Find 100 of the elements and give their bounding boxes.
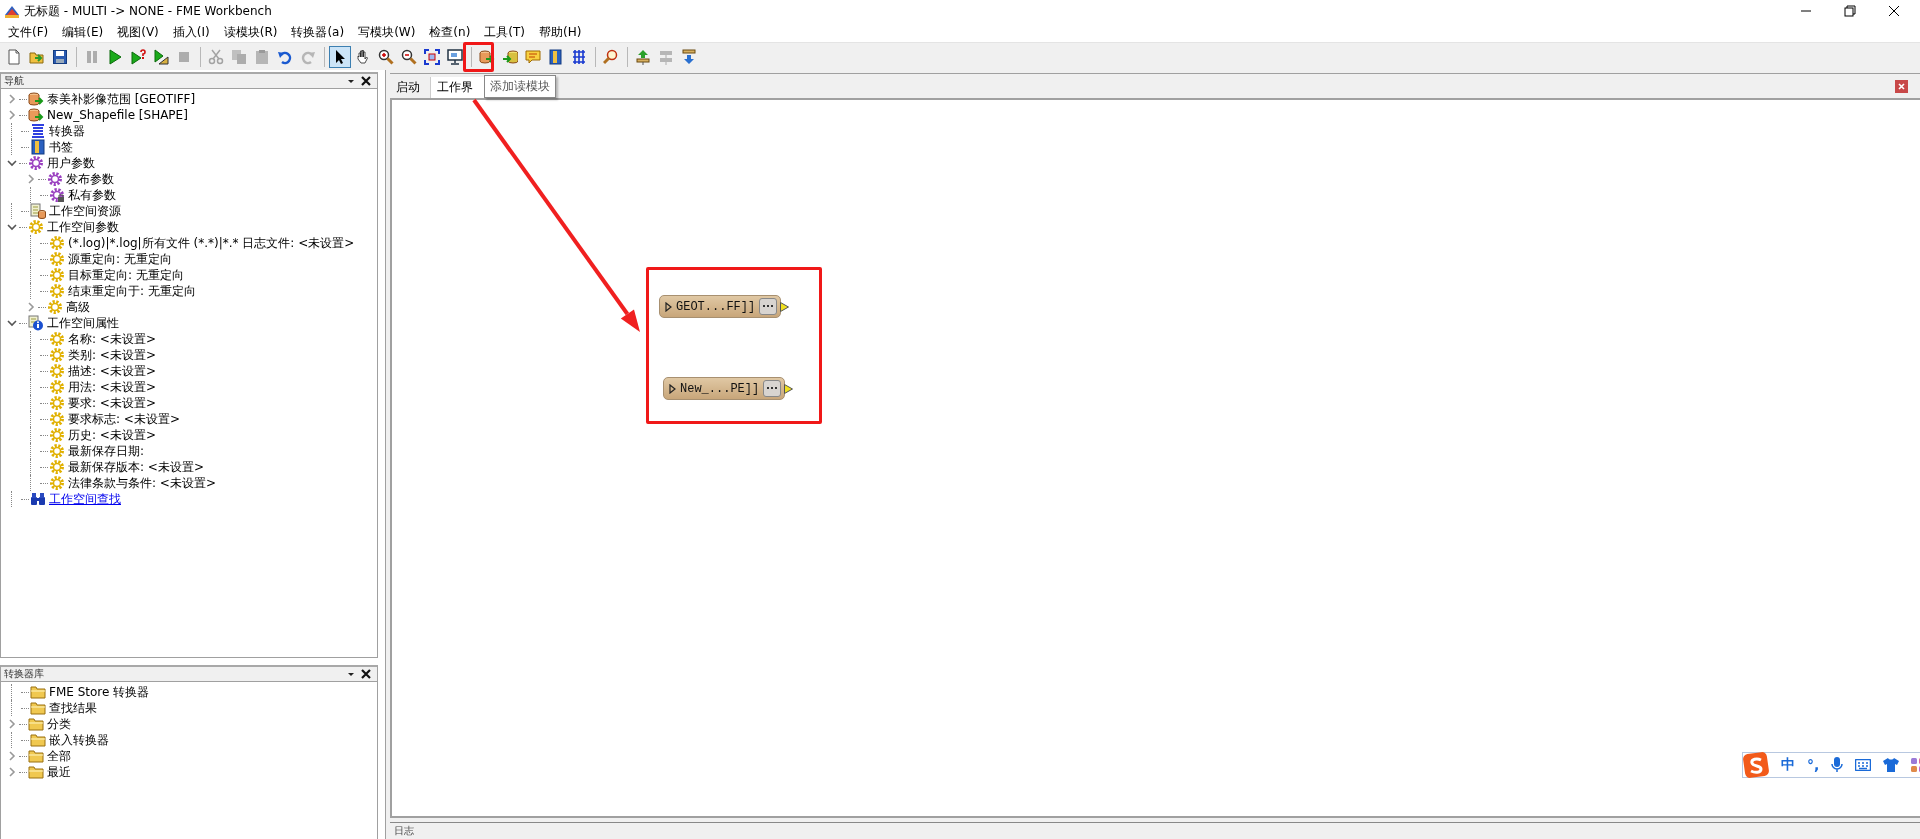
ellipsis-icon <box>763 305 774 308</box>
output-port-icon[interactable] <box>784 383 794 394</box>
close-icon[interactable] <box>1888 5 1900 17</box>
panel-title: 日志 <box>394 824 414 838</box>
document-database-icon <box>30 203 46 219</box>
tree-item[interactable]: 书签 <box>49 138 73 156</box>
more-button[interactable] <box>759 298 778 315</box>
menu-item[interactable]: 帮助(H) <box>532 22 589 42</box>
gear-icon <box>49 363 65 379</box>
database-arrow-icon <box>28 91 44 107</box>
gear-icon <box>49 267 65 283</box>
microphone-icon[interactable] <box>1831 757 1844 773</box>
menu-item[interactable]: 编辑(E) <box>55 22 111 42</box>
tree-item[interactable]: FME Store 转换器 <box>49 683 150 701</box>
tree-item[interactable]: (*.log)|*.log|所有文件 (*.*)|*.* 日志文件: <未设置> <box>68 234 355 252</box>
gear-icon <box>49 379 65 395</box>
reader-node[interactable]: GEOT...FF]] <box>659 295 782 318</box>
gear-icon <box>49 347 65 363</box>
chevron-icon[interactable] <box>7 222 17 232</box>
close-icon[interactable] <box>361 669 371 679</box>
gear-icon <box>47 171 63 187</box>
folder-icon <box>30 732 46 748</box>
menu-item[interactable]: 视图(V) <box>110 22 166 42</box>
tree-item[interactable]: 全部 <box>47 747 71 765</box>
tree-item[interactable]: 描述: <未设置> <box>68 362 156 380</box>
tree-item[interactable]: 用户参数 <box>47 154 95 172</box>
close-icon[interactable] <box>361 76 371 86</box>
gear-icon <box>49 331 65 347</box>
database-arrow-icon <box>28 107 44 123</box>
tree-item[interactable]: 目标重定向: 无重定向 <box>68 266 184 284</box>
tree-item[interactable]: 高级 <box>66 298 90 316</box>
binoculars-icon <box>30 491 46 507</box>
restore-icon[interactable] <box>1844 5 1856 17</box>
ellipsis-icon <box>767 387 778 390</box>
dropdown-icon[interactable] <box>347 670 355 678</box>
dropdown-icon[interactable] <box>347 77 355 85</box>
ime-button[interactable]: 中 <box>1781 756 1795 774</box>
tree-item[interactable]: 分类 <box>47 715 71 733</box>
folder-icon <box>28 716 44 732</box>
tree-item[interactable]: 源重定向: 无重定向 <box>68 250 172 268</box>
more-button[interactable] <box>763 380 782 397</box>
tree-item[interactable]: 最新保存日期: <box>68 442 145 460</box>
tree-item[interactable]: 历史: <未设置> <box>68 426 156 444</box>
folder-icon <box>30 700 46 716</box>
tree-item[interactable]: 名称: <未设置> <box>68 330 156 348</box>
menu-item[interactable]: 检查(n) <box>422 22 478 42</box>
tree-item[interactable]: 嵌入转换器 <box>49 731 109 749</box>
tree-item[interactable]: 转换器 <box>49 122 85 140</box>
keyboard-icon[interactable] <box>1855 759 1872 771</box>
chevron-icon[interactable] <box>7 318 17 328</box>
gear-icon <box>28 155 44 171</box>
ime-button[interactable]: °, <box>1807 757 1820 773</box>
tree-item[interactable]: 类别: <未设置> <box>68 346 156 364</box>
tree-item[interactable]: 查找结果 <box>49 699 97 717</box>
expand-triangle-icon[interactable] <box>669 383 676 394</box>
gear-icon <box>49 443 65 459</box>
expand-triangle-icon[interactable] <box>665 301 672 312</box>
menu-item[interactable]: 文件(F) <box>1 22 56 42</box>
list-icon <box>30 123 46 139</box>
reader-node[interactable]: New_...PE]] <box>663 377 786 400</box>
tree-item[interactable]: 最近 <box>47 763 71 780</box>
tree-item[interactable]: 要求标志: <未设置> <box>68 410 180 428</box>
menu-item[interactable]: 转换器(a) <box>284 22 352 42</box>
folder-icon <box>28 748 44 764</box>
tree-item[interactable]: 最新保存版本: <未设置> <box>68 458 204 476</box>
gear-icon <box>49 411 65 427</box>
panel-title: 导航 <box>4 74 24 88</box>
tree-item[interactable]: 结束重定向于: 无重定向 <box>68 282 196 300</box>
info-icon <box>28 315 44 331</box>
output-port-icon[interactable] <box>780 301 790 312</box>
highlight-frame <box>463 42 494 72</box>
gear-icon <box>49 459 65 475</box>
book-icon <box>30 139 46 155</box>
tree-item[interactable]: 工作空间参数 <box>47 218 119 236</box>
workspace-search-link[interactable]: 工作空间查找 <box>49 490 121 507</box>
logo-icon[interactable] <box>1743 752 1769 778</box>
tree-item[interactable]: 工作空间属性 <box>47 314 119 332</box>
tree-item[interactable]: 私有参数 <box>68 186 116 204</box>
gear-icon <box>47 299 63 315</box>
tree-item[interactable]: 用法: <未设置> <box>68 378 156 396</box>
tree-item[interactable]: New_Shapefile [SHAPE] <box>47 108 188 122</box>
node-label: GEOT...FF]] <box>676 299 756 314</box>
chevron-icon[interactable] <box>7 158 17 168</box>
tree-item[interactable]: 发布参数 <box>66 170 114 188</box>
menu-item[interactable]: 写模块(W) <box>351 22 423 42</box>
gear-icon <box>49 475 65 491</box>
tree-item[interactable]: 要求: <未设置> <box>68 394 156 412</box>
shirt-icon[interactable] <box>1883 758 1900 772</box>
tooltip: 添加读模块 <box>484 75 556 98</box>
gear-icon <box>49 283 65 299</box>
tree-item[interactable]: 工作空间资源 <box>49 202 121 220</box>
panel-title: 转换器库 <box>4 667 44 681</box>
menu-item[interactable]: 工具(T) <box>477 22 533 42</box>
tree-item[interactable]: 泰美补影像范围 [GEOTIFF] <box>47 90 196 108</box>
tree-item[interactable]: 法律条款与条件: <未设置> <box>68 474 216 492</box>
gear-lock-icon <box>49 187 65 203</box>
node-label: New_...PE]] <box>680 381 760 396</box>
menu-item[interactable]: 读模块(R) <box>216 22 285 42</box>
gear-icon <box>49 235 65 251</box>
menu-item[interactable]: 插入(I) <box>165 22 217 42</box>
